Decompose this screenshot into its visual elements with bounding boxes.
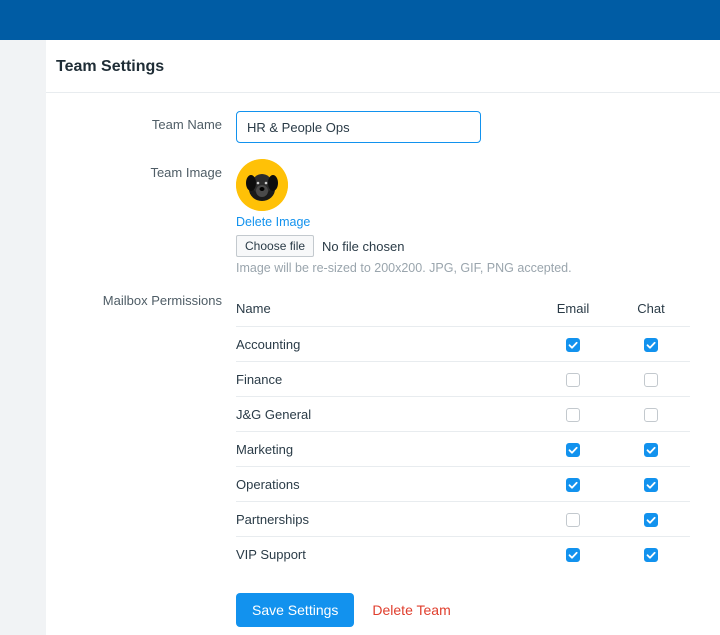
table-row: Marketing bbox=[236, 431, 690, 466]
email-checkbox[interactable] bbox=[566, 443, 580, 457]
table-row: Operations bbox=[236, 466, 690, 501]
permissions-label: Mailbox Permissions bbox=[46, 291, 236, 308]
chat-cell bbox=[612, 476, 690, 492]
chat-checkbox[interactable] bbox=[644, 548, 658, 562]
email-checkbox[interactable] bbox=[566, 513, 580, 527]
settings-page: Team Settings Team Name Team Image bbox=[46, 40, 720, 635]
chat-cell bbox=[612, 546, 690, 562]
mailbox-name: Operations bbox=[236, 477, 534, 492]
email-checkbox[interactable] bbox=[566, 408, 580, 422]
mailbox-name: VIP Support bbox=[236, 547, 534, 562]
email-cell bbox=[534, 476, 612, 492]
mailbox-name: Finance bbox=[236, 372, 534, 387]
permissions-table: Name Email Chat Accounting Finance J&G Gen… bbox=[236, 291, 690, 571]
team-image-label: Team Image bbox=[46, 159, 236, 180]
team-name-label: Team Name bbox=[46, 111, 236, 132]
email-cell bbox=[534, 336, 612, 352]
file-chosen-status: No file chosen bbox=[322, 239, 404, 254]
chat-checkbox[interactable] bbox=[644, 373, 658, 387]
pug-avatar-icon bbox=[236, 159, 288, 211]
table-row: Partnerships bbox=[236, 501, 690, 536]
email-checkbox[interactable] bbox=[566, 548, 580, 562]
table-row: J&G General bbox=[236, 396, 690, 431]
page-title: Team Settings bbox=[46, 40, 720, 93]
email-cell bbox=[534, 511, 612, 527]
mailbox-name: Partnerships bbox=[236, 512, 534, 527]
team-avatar bbox=[236, 159, 288, 211]
chat-checkbox[interactable] bbox=[644, 408, 658, 422]
team-name-input[interactable] bbox=[236, 111, 481, 143]
image-hint: Image will be re-sized to 200x200. JPG, … bbox=[236, 261, 572, 275]
chat-cell bbox=[612, 511, 690, 527]
row-team-name: Team Name bbox=[46, 111, 720, 143]
chat-checkbox[interactable] bbox=[644, 443, 658, 457]
email-cell bbox=[534, 406, 612, 422]
col-chat-header: Chat bbox=[612, 301, 690, 316]
chat-cell bbox=[612, 371, 690, 387]
chat-checkbox[interactable] bbox=[644, 338, 658, 352]
chat-cell bbox=[612, 406, 690, 422]
email-cell bbox=[534, 371, 612, 387]
save-settings-button[interactable]: Save Settings bbox=[236, 593, 354, 627]
mailbox-name: Accounting bbox=[236, 337, 534, 352]
mailbox-name: J&G General bbox=[236, 407, 534, 422]
table-row: VIP Support bbox=[236, 536, 690, 571]
email-cell bbox=[534, 546, 612, 562]
col-name-header: Name bbox=[236, 301, 534, 316]
table-row: Accounting bbox=[236, 326, 690, 361]
mailbox-name: Marketing bbox=[236, 442, 534, 457]
table-row: Finance bbox=[236, 361, 690, 396]
chat-cell bbox=[612, 441, 690, 457]
email-checkbox[interactable] bbox=[566, 373, 580, 387]
chat-checkbox[interactable] bbox=[644, 513, 658, 527]
chat-checkbox[interactable] bbox=[644, 478, 658, 492]
row-team-image: Team Image bbox=[46, 159, 720, 275]
row-permissions: Mailbox Permissions Name Email Chat Acco… bbox=[46, 291, 720, 627]
col-email-header: Email bbox=[534, 301, 612, 316]
permissions-header: Name Email Chat bbox=[236, 291, 690, 326]
email-checkbox[interactable] bbox=[566, 478, 580, 492]
top-banner bbox=[0, 0, 720, 40]
delete-image-link[interactable]: Delete Image bbox=[236, 215, 310, 229]
email-cell bbox=[534, 441, 612, 457]
chat-cell bbox=[612, 336, 690, 352]
choose-file-button[interactable]: Choose file bbox=[236, 235, 314, 257]
email-checkbox[interactable] bbox=[566, 338, 580, 352]
delete-team-link[interactable]: Delete Team bbox=[372, 602, 450, 618]
